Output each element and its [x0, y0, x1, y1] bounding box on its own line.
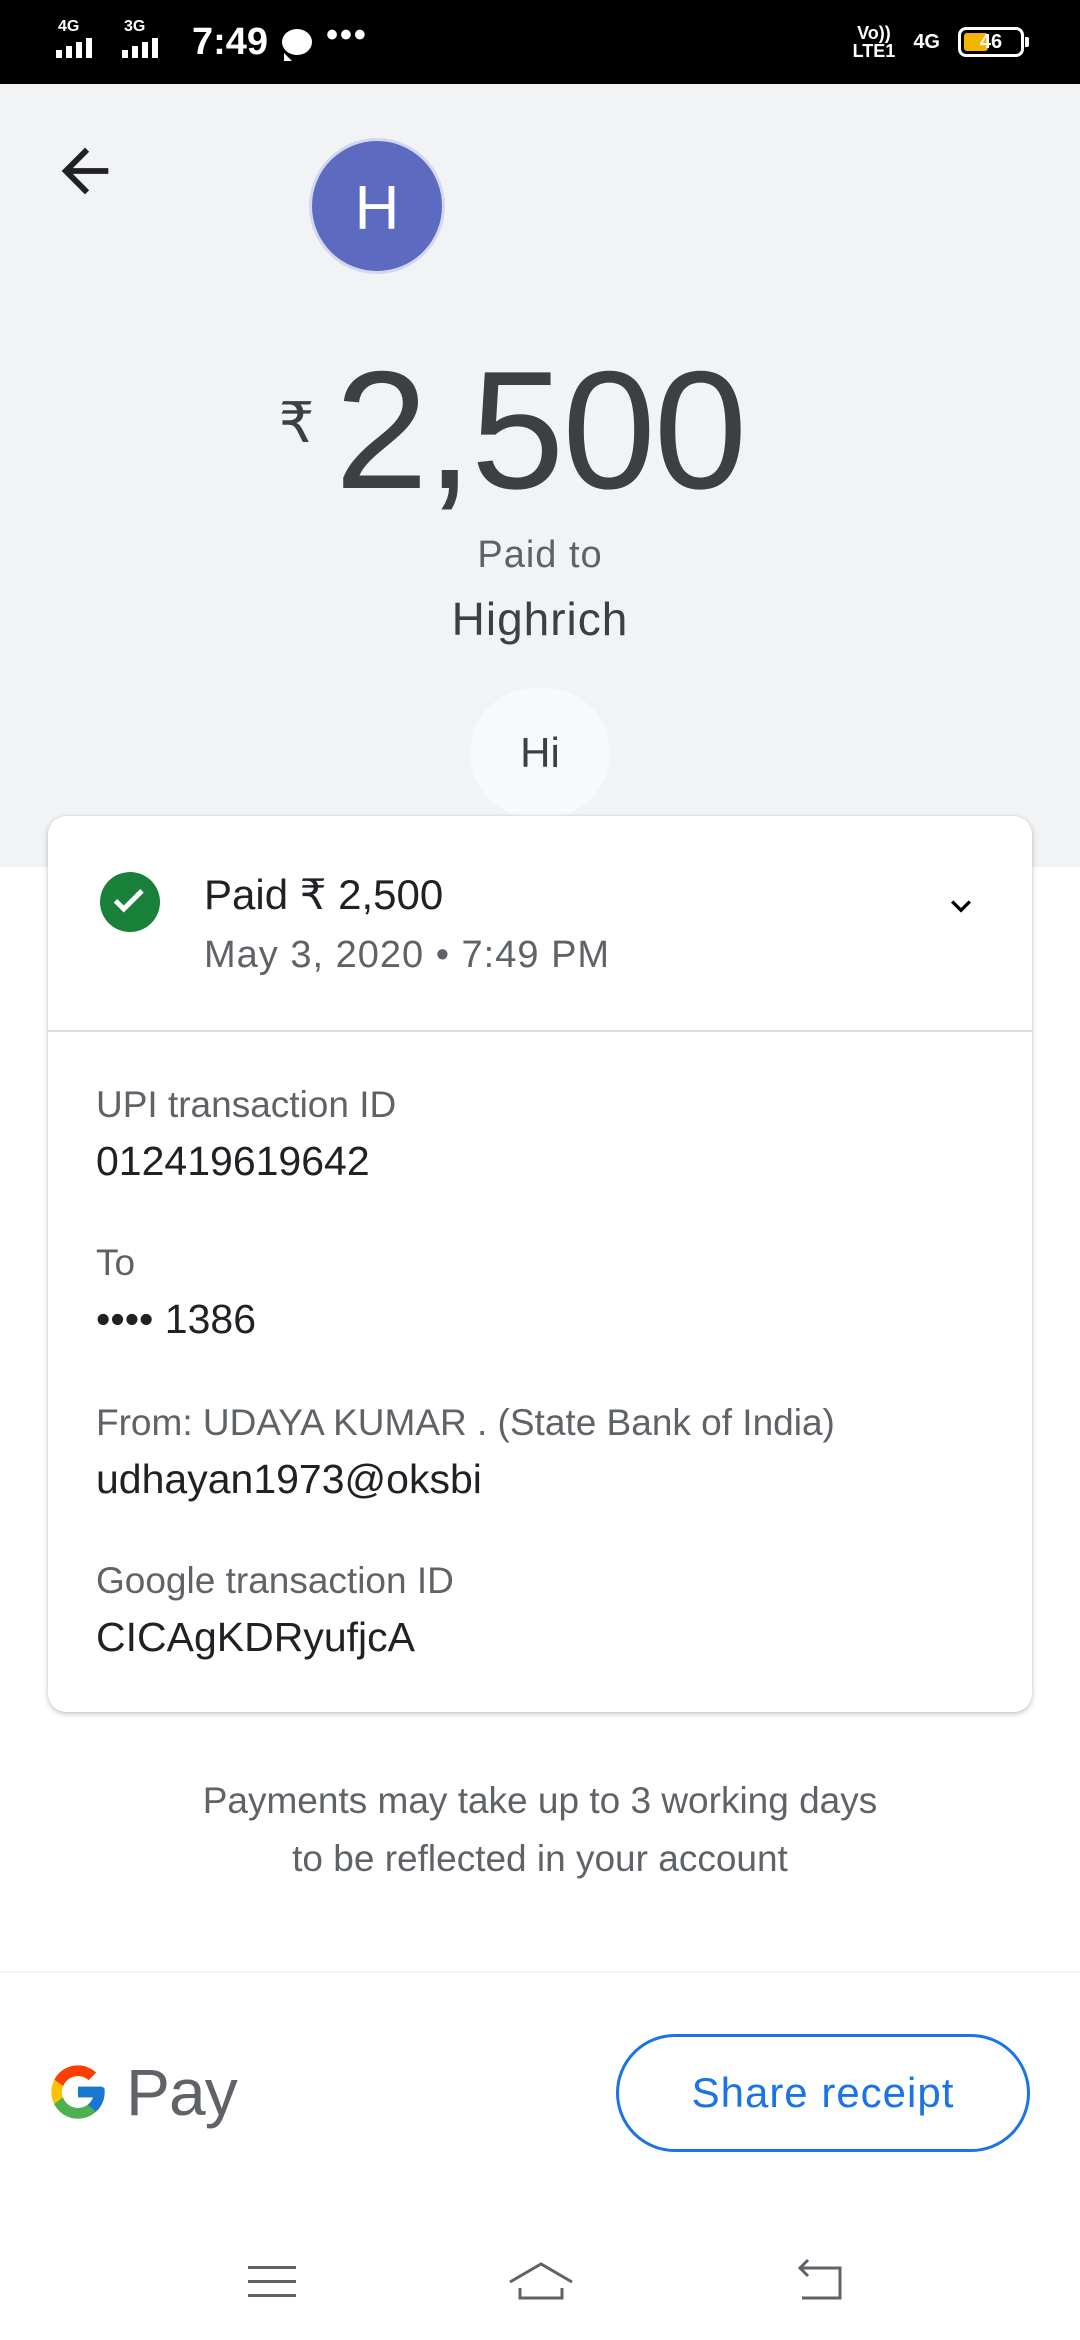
back-icon[interactable]: [792, 2252, 852, 2312]
data-network-label: 4G: [913, 30, 940, 53]
system-navigation-bar: [0, 2230, 1080, 2340]
google-pay-logo: Pay: [46, 2052, 238, 2132]
info-line-2: to be reflected in your account: [292, 1838, 788, 1879]
check-circle-icon: [100, 872, 160, 932]
paid-status-text: Paid ₹ 2,500: [204, 871, 444, 918]
volte-bottom-label: LTE1: [852, 41, 896, 61]
from-label: From: UDAYA KUMAR . (State Bank of India…: [96, 1402, 835, 1443]
upi-transaction-id-value: 012419619642: [96, 1138, 370, 1184]
home-icon[interactable]: [506, 2252, 576, 2312]
signal-sim1-icon: 4G: [56, 18, 108, 62]
chevron-down-icon[interactable]: [936, 886, 986, 926]
battery-icon: 46: [958, 27, 1029, 57]
transaction-datetime: May 3, 2020 • 7:49 PM: [204, 934, 611, 976]
sim1-network-label: 4G: [58, 18, 80, 35]
payment-note: Hi: [470, 688, 610, 818]
google-g-icon: [51, 2065, 105, 2119]
pay-wordmark: Pay: [126, 2055, 238, 2129]
more-notifications-indicator: •••: [326, 15, 368, 54]
upi-transaction-id-label: UPI transaction ID: [96, 1084, 397, 1125]
share-receipt-button[interactable]: Share receipt: [616, 2034, 1030, 2152]
volte-indicator: Vo)) LTE1: [853, 24, 896, 60]
to-label: To: [96, 1242, 136, 1283]
info-line-1: Payments may take up to 3 working days: [202, 1780, 878, 1821]
signal-sim2-icon: 3G: [122, 18, 174, 62]
avatar: H: [309, 138, 445, 274]
volte-top-label: Vo)): [857, 23, 891, 43]
from-upi-value: udhayan1973@oksbi: [96, 1456, 482, 1502]
status-time: 7:49: [192, 20, 269, 63]
footer-divider: [0, 1971, 1080, 1973]
amount-display: ₹ 2,500: [0, 340, 1080, 520]
transaction-card: Paid ₹ 2,500 May 3, 2020 • 7:49 PM UPI t…: [48, 816, 1032, 1712]
to-account-value: •••• 1386: [96, 1296, 257, 1342]
google-transaction-id-value: CICAgKDRyufjcA: [96, 1614, 415, 1660]
back-arrow-icon[interactable]: [50, 136, 120, 206]
message-notification-icon: [282, 29, 313, 61]
paid-to-label: Paid to: [477, 534, 603, 576]
currency-symbol: ₹: [278, 391, 315, 454]
menu-icon[interactable]: [242, 2252, 302, 2312]
payee-name: Highrich: [451, 593, 629, 645]
processing-info: Payments may take up to 3 working days t…: [0, 1772, 1080, 1888]
status-bar: 4G 3G 7:49 ••• Vo)) LTE1 4G 46: [0, 0, 1080, 84]
amount-value: 2,500: [334, 336, 747, 524]
transaction-summary[interactable]: Paid ₹ 2,500 May 3, 2020 • 7:49 PM: [48, 816, 1032, 1032]
google-transaction-id-label: Google transaction ID: [96, 1560, 454, 1601]
battery-level: 46: [979, 31, 1003, 53]
sim2-network-label: 3G: [124, 18, 146, 35]
